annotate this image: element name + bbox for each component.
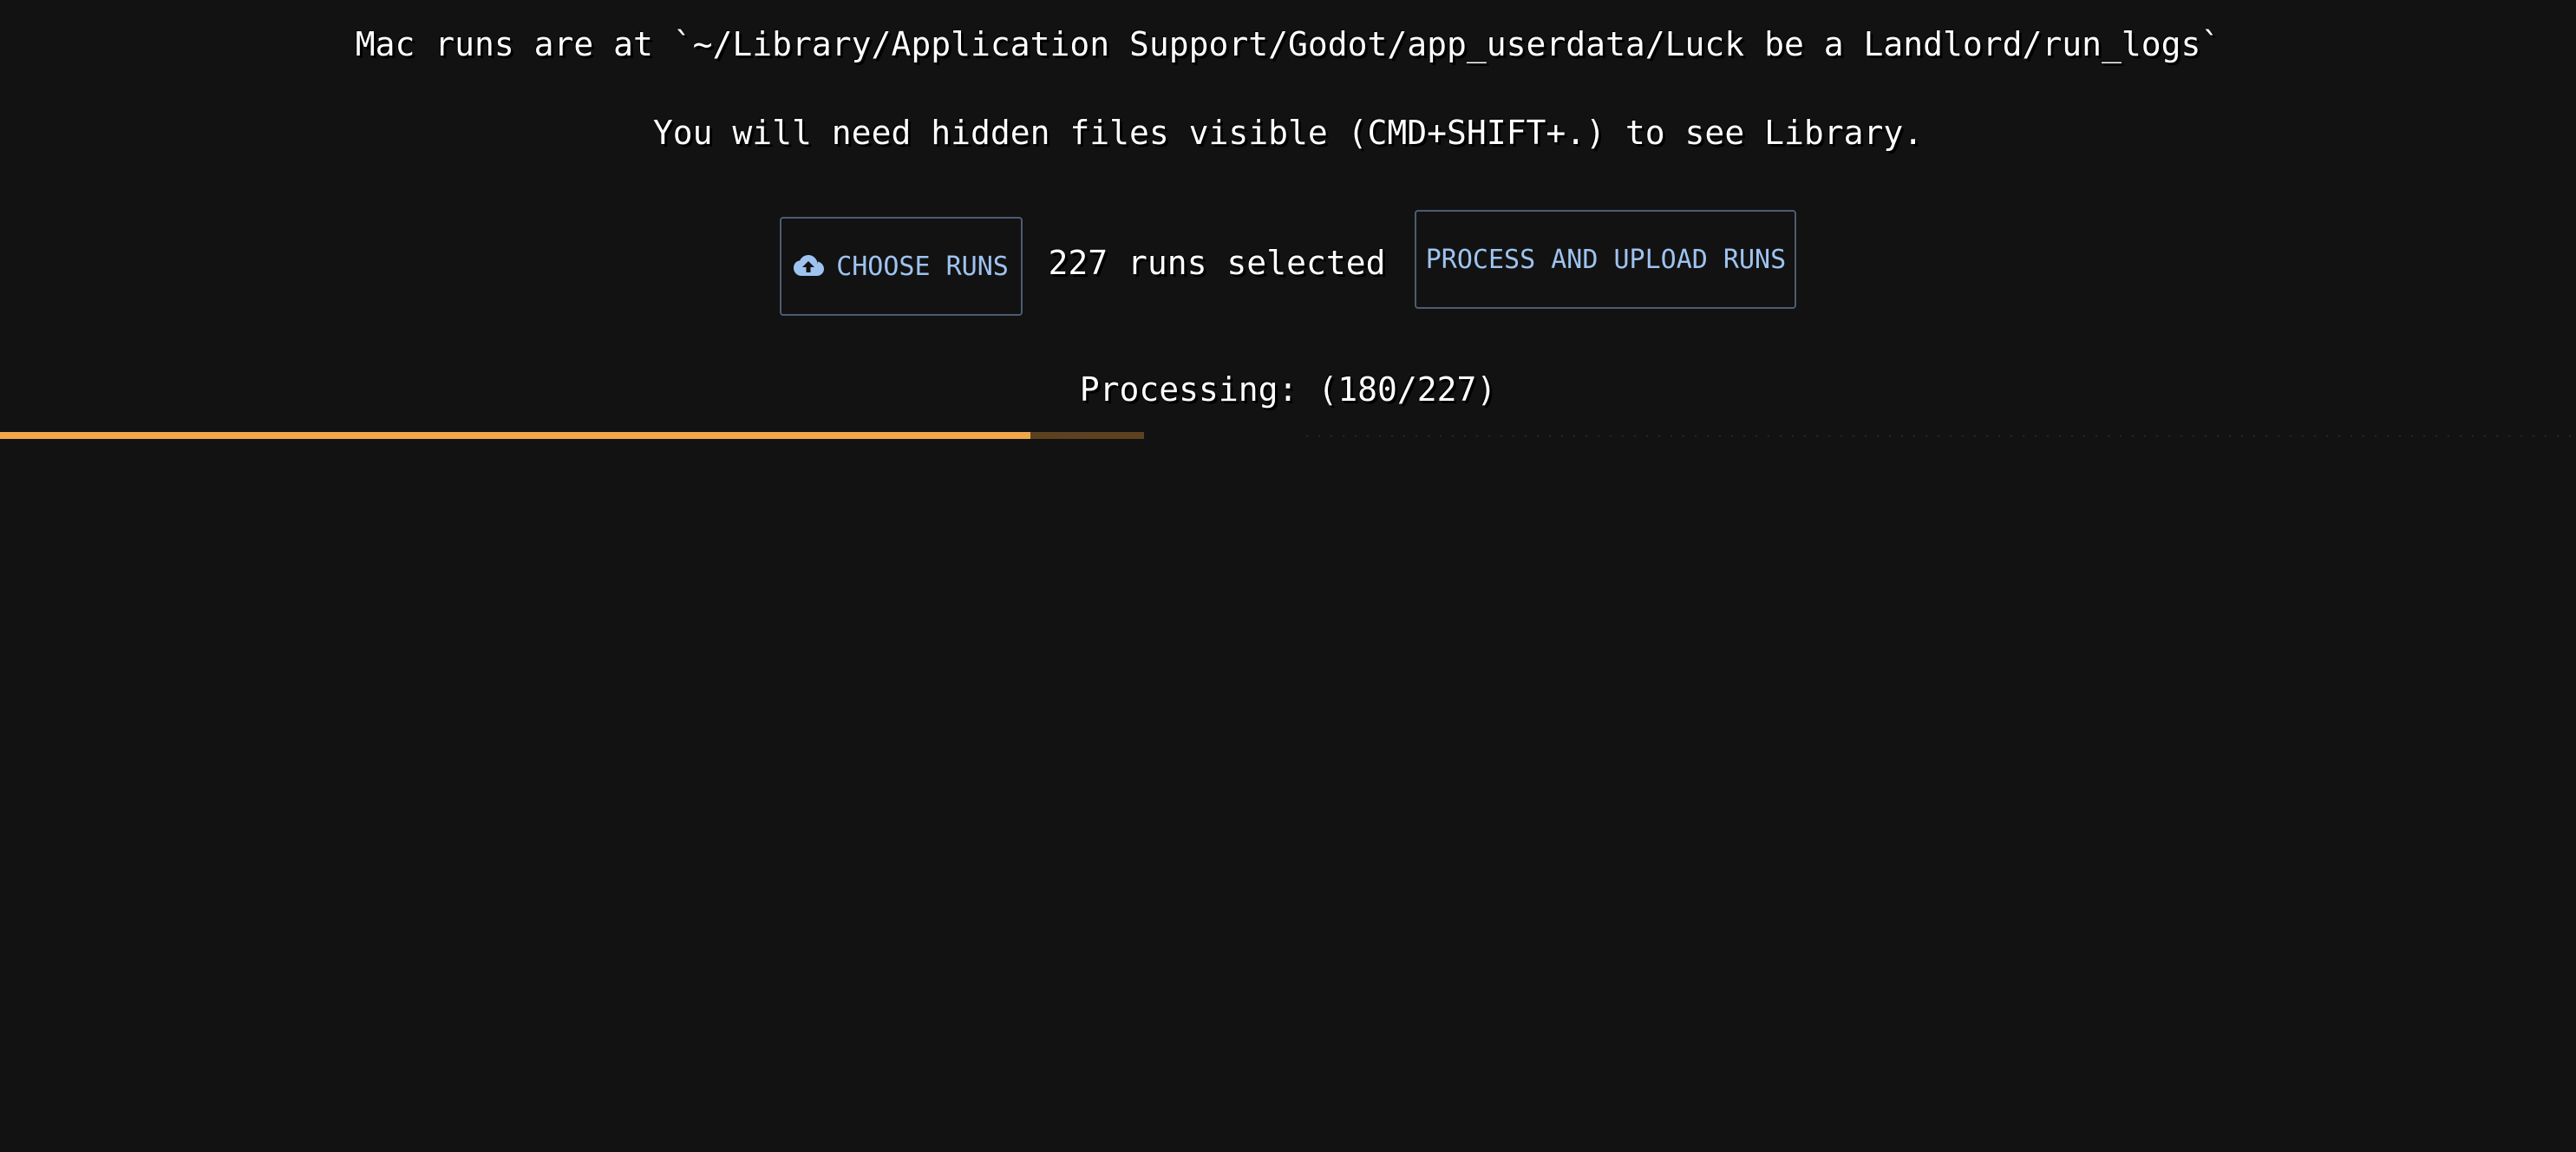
progress-fill (0, 432, 1030, 439)
selected-runs-count: 227 runs selected (1048, 244, 1386, 282)
choose-runs-label: CHOOSE RUNS (836, 251, 1009, 282)
processing-progress-bar (0, 432, 2576, 439)
processing-status-text: Processing: (180/227) (1079, 370, 1497, 409)
upload-controls: CHOOSE RUNS 227 runs selected PROCESS AN… (0, 210, 2576, 316)
hidden-files-hint-text: You will need hidden files visible (CMD+… (652, 114, 1924, 152)
cloud-upload-icon (793, 253, 825, 279)
process-and-upload-label: PROCESS AND UPLOAD RUNS (1425, 244, 1787, 275)
mac-runs-path-text: Mac runs are at `~/Library/Application S… (355, 25, 2221, 63)
progress-track-dots (1301, 435, 2576, 436)
process-and-upload-button[interactable]: PROCESS AND UPLOAD RUNS (1415, 210, 1797, 309)
choose-runs-button[interactable]: CHOOSE RUNS (779, 217, 1023, 316)
